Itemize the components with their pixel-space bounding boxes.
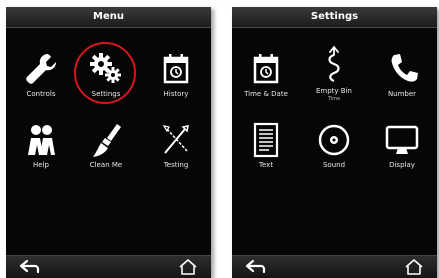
menu-screen: Menu Controls Settings History Help Clea… [6, 7, 211, 278]
settings-item-label: Sound [322, 161, 346, 169]
menu-item-history[interactable]: History [144, 50, 208, 110]
menu-item-label: Help [33, 161, 49, 169]
settings-item-label: Time & Date [244, 90, 288, 98]
calendar-clock-icon [253, 54, 279, 84]
settings-item-text[interactable]: Text [234, 121, 298, 181]
speaker-icon [318, 124, 350, 156]
menu-item-label: Testing [163, 161, 189, 169]
settings-item-display[interactable]: Display [370, 121, 434, 181]
menu-item-label: Clean Me [89, 161, 123, 169]
menu-item-label: Controls [26, 90, 56, 98]
menu-item-testing[interactable]: Testing [144, 121, 208, 181]
menu-item-help[interactable]: Help [9, 121, 73, 181]
settings-title: Settings [232, 7, 437, 28]
settings-item-label: Display [389, 161, 415, 169]
menu-title: Menu [6, 7, 211, 28]
back-button[interactable] [18, 258, 40, 276]
home-icon [179, 259, 197, 275]
home-button[interactable] [177, 258, 199, 276]
menu-item-controls[interactable]: Controls [9, 50, 73, 110]
settings-item-label: Empty Bin [316, 87, 352, 95]
settings-bottom-bar [232, 255, 437, 278]
brush-icon [93, 124, 121, 157]
settings-item-number[interactable]: Number [370, 50, 434, 110]
monitor-icon [385, 125, 419, 154]
settings-item-sublabel: Time [327, 96, 341, 102]
people-icon [28, 125, 55, 155]
calendar-icon [163, 54, 189, 84]
settings-item-empty-bin[interactable]: Empty Bin Time [302, 45, 366, 105]
document-icon [253, 122, 279, 158]
home-icon [405, 259, 423, 275]
settings-item-label: Number [387, 90, 417, 98]
settings-item-time-date[interactable]: Time & Date [234, 50, 298, 110]
wrench-icon [26, 53, 57, 84]
phone-icon [391, 54, 418, 82]
back-arrow-icon [245, 259, 266, 274]
empty-bin-icon [328, 46, 340, 83]
back-arrow-icon [19, 259, 40, 274]
menu-bottom-bar [6, 255, 211, 278]
settings-highlight-ring [74, 42, 136, 104]
settings-item-label: Text [258, 161, 274, 169]
home-button[interactable] [403, 258, 425, 276]
tools-icon [162, 125, 189, 154]
menu-item-label: History [163, 90, 189, 98]
settings-screen: Settings Time & Date Empty Bin Time Numb… [232, 7, 437, 278]
back-button[interactable] [244, 258, 266, 276]
settings-item-sound[interactable]: Sound [302, 121, 366, 181]
menu-item-clean-me[interactable]: Clean Me [74, 121, 138, 181]
